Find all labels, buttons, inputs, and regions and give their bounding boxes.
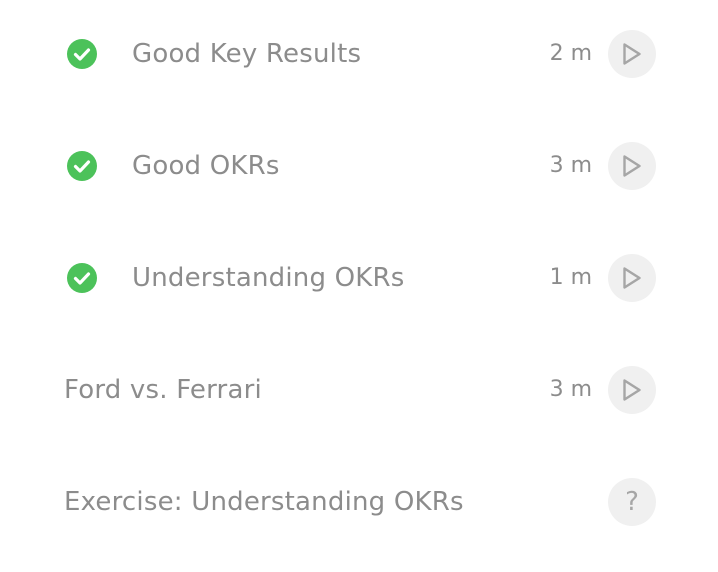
lesson-row[interactable]: Good Key Results 2 m bbox=[0, 22, 718, 86]
lesson-duration: 1 m bbox=[549, 265, 592, 290]
lesson-title[interactable]: Good OKRs bbox=[132, 134, 280, 198]
lesson-title[interactable]: Ford vs. Ferrari bbox=[64, 358, 262, 422]
check-circle-icon bbox=[66, 150, 98, 182]
play-icon bbox=[623, 155, 641, 177]
play-button[interactable] bbox=[608, 30, 656, 78]
help-button[interactable]: ? bbox=[608, 478, 656, 526]
help-icon: ? bbox=[625, 487, 639, 517]
lesson-title[interactable]: Good Key Results bbox=[132, 22, 361, 86]
check-circle-icon bbox=[66, 262, 98, 294]
lesson-row[interactable]: Ford vs. Ferrari 3 m bbox=[0, 358, 718, 422]
lesson-row[interactable]: Understanding OKRs 1 m bbox=[0, 246, 718, 310]
play-icon bbox=[623, 43, 641, 65]
lesson-duration: 3 m bbox=[549, 153, 592, 178]
play-button[interactable] bbox=[608, 254, 656, 302]
lesson-title[interactable]: Exercise: Understanding OKRs bbox=[64, 470, 464, 534]
play-icon bbox=[623, 267, 641, 289]
lesson-duration: 2 m bbox=[549, 41, 592, 66]
play-icon bbox=[623, 379, 641, 401]
lesson-title[interactable]: Understanding OKRs bbox=[132, 246, 405, 310]
check-circle-icon bbox=[66, 38, 98, 70]
play-button[interactable] bbox=[608, 366, 656, 414]
lesson-duration: 3 m bbox=[549, 377, 592, 402]
lesson-row[interactable]: Good OKRs 3 m bbox=[0, 134, 718, 198]
play-button[interactable] bbox=[608, 142, 656, 190]
lesson-list: Good Key Results 2 m Good OKRs 3 m Under… bbox=[0, 0, 718, 572]
lesson-row[interactable]: Exercise: Understanding OKRs ? bbox=[0, 470, 718, 534]
